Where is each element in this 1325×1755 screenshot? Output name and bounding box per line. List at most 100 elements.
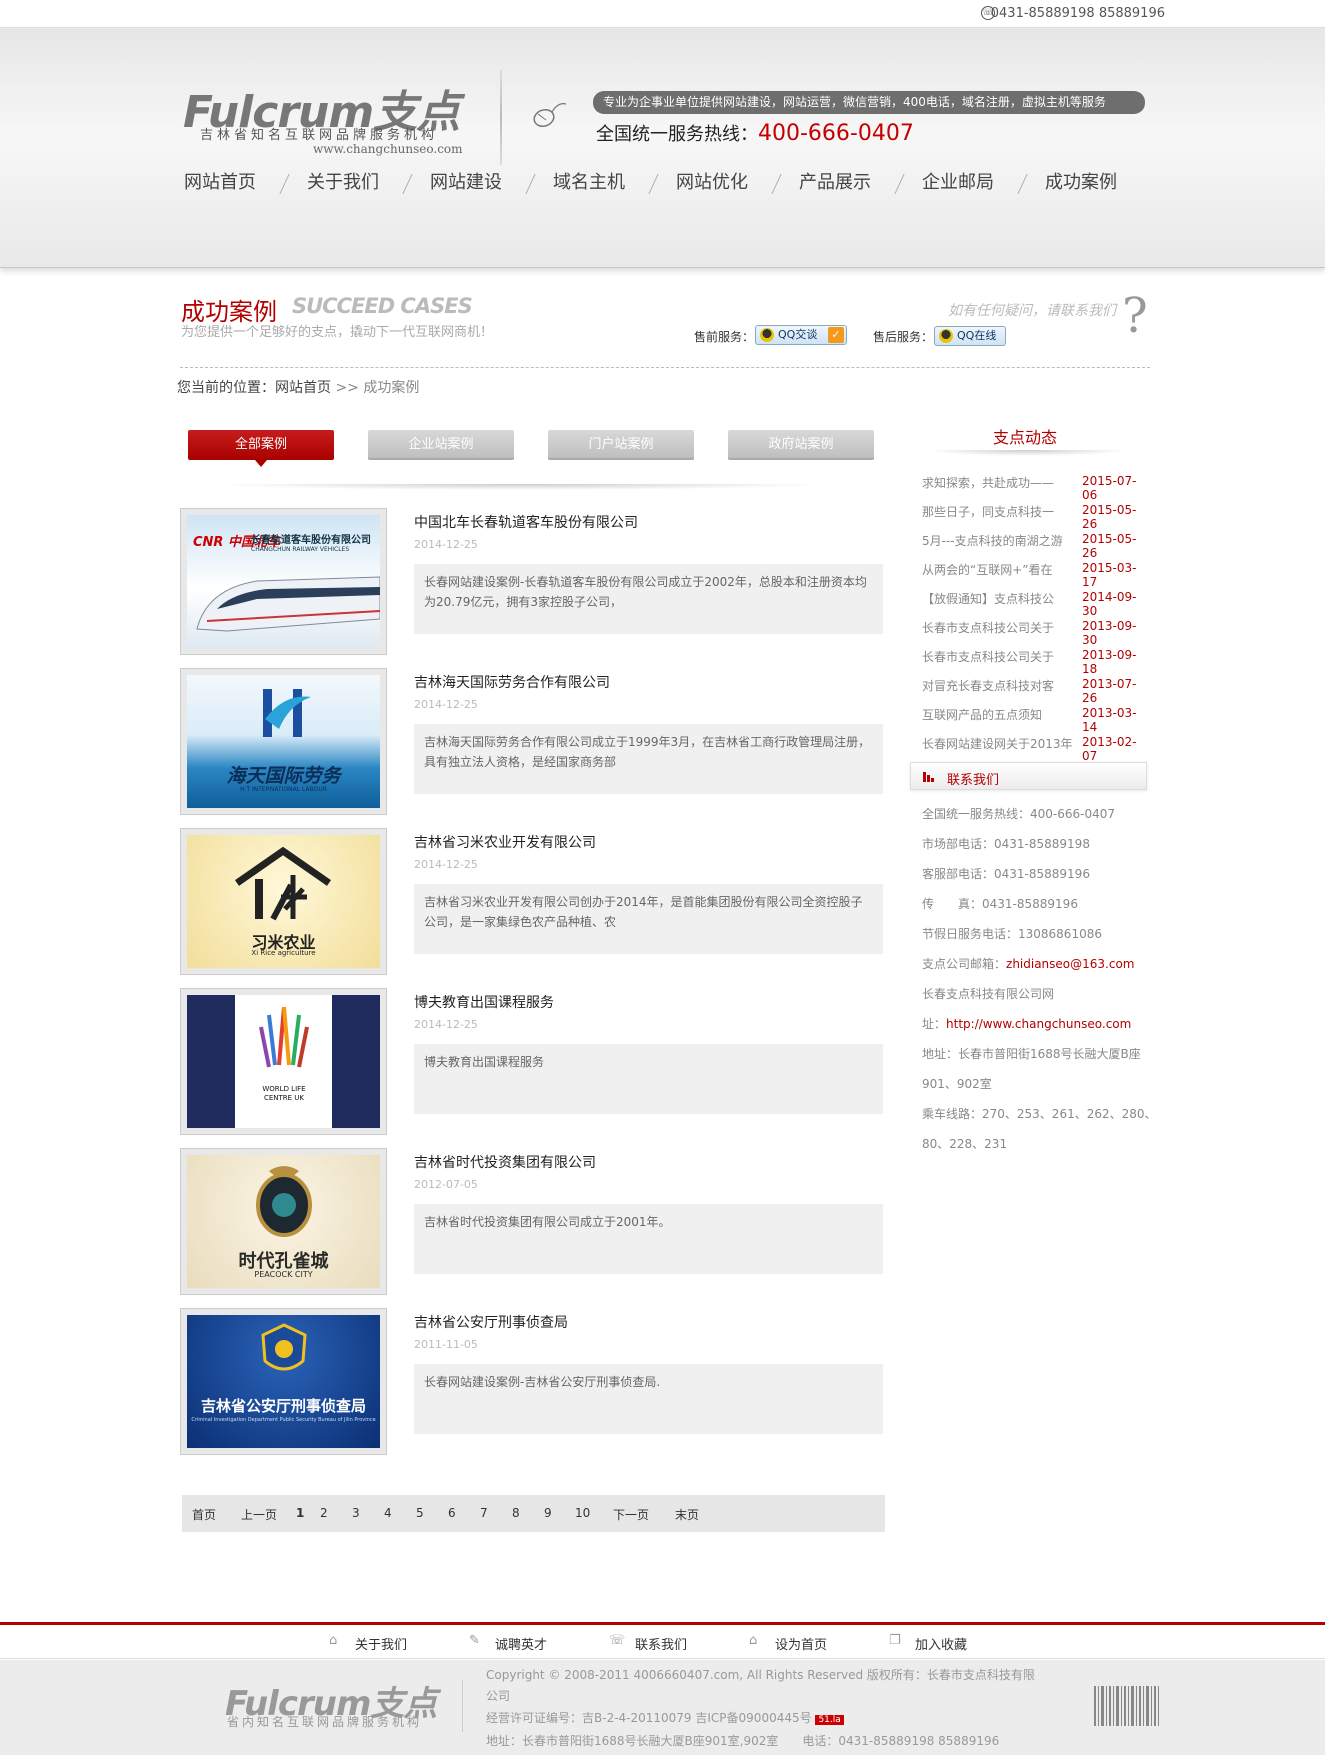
pager-page[interactable]: 2 xyxy=(320,1506,328,1520)
footer-link-homepage[interactable]: ⌂ 设为首页 xyxy=(749,1633,828,1653)
nav-item[interactable]: 企业邮局 xyxy=(922,168,994,194)
pager-page[interactable]: 6 xyxy=(448,1506,456,1520)
qq-icon xyxy=(760,328,774,342)
nav-item[interactable]: 关于我们 xyxy=(307,168,379,194)
case-image: 海天国际劳务 H.T INTERNATIONAL LABOUR xyxy=(187,675,380,808)
help-text: 如有任何疑问，请联系我们 xyxy=(948,303,1116,319)
footer-copyright-2: 公司 xyxy=(486,1689,511,1703)
header: Fulcrum支点 吉林省知名互联网品牌服务机构 www.changchunse… xyxy=(0,28,1325,268)
pager-first[interactable]: 首页 xyxy=(192,1506,216,1523)
case-title[interactable]: 中国北车长春轨道客车股份有限公司 xyxy=(414,512,638,532)
nav-item[interactable]: 成功案例 xyxy=(1045,168,1117,194)
nav-item[interactable]: 网站优化 xyxy=(676,168,748,194)
case-image: 吉林省公安厅刑事侦查局 Criminal Investigation Depar… xyxy=(187,1315,380,1448)
footer-link-about[interactable]: ⌂ 关于我们 xyxy=(329,1633,408,1653)
tab-government-cases[interactable]: 政府站案例 xyxy=(728,430,874,460)
case-title[interactable]: 吉林海天国际劳务合作有限公司 xyxy=(414,672,610,692)
pager-page[interactable]: 10 xyxy=(575,1506,590,1520)
news-item[interactable]: 求知探索，共赴成功—— 2015-07-06 xyxy=(922,474,1147,502)
case-thumbnail[interactable]: CNR 中国北车 长春轨道客车股份有限公司 CHANGCHUN RAILWAY … xyxy=(180,508,387,655)
news-item[interactable]: 从两会的“互联网+”看在 2015-03-17 xyxy=(922,561,1147,589)
nav-separator xyxy=(1017,174,1037,194)
footer-link-jobs[interactable]: ✎ 诚聘英才 xyxy=(469,1633,547,1653)
aftersale-label: 售后服务： xyxy=(873,330,934,344)
contact-line: 传 真：0431-85889196 xyxy=(922,897,1078,911)
case-thumbnail[interactable]: 时代孔雀城 PEACOCK CITY xyxy=(180,1148,387,1295)
train-image xyxy=(196,576,380,632)
nav-separator xyxy=(279,174,299,194)
pager-page[interactable]: 5 xyxy=(416,1506,424,1520)
house-icon: ⌂ xyxy=(749,1633,758,1648)
peacock-logo xyxy=(256,1166,312,1237)
contact-line: 全国统一服务热线：400-666-0407 xyxy=(922,807,1116,821)
presale-qq-button[interactable]: QQ交谈 ✓ xyxy=(755,325,847,345)
case-thumbnail[interactable]: WORLD LIFE CENTRE UK xyxy=(180,988,387,1135)
case-title[interactable]: 吉林省习米农业开发有限公司 xyxy=(414,832,596,852)
case-item: 海天国际劳务 H.T INTERNATIONAL LABOUR 吉林海天国际劳务… xyxy=(180,668,883,816)
pager-page-current[interactable]: 1 xyxy=(296,1506,304,1520)
case-thumbnail[interactable]: 吉林省公安厅刑事侦查局 Criminal Investigation Depar… xyxy=(180,1308,387,1455)
footer-link-bookmark[interactable]: ❐ 加入收藏 xyxy=(889,1633,968,1653)
news-item[interactable]: 互联网产品的五点须知 2013-03-14 xyxy=(922,706,1147,734)
stats-badge[interactable]: 51.la xyxy=(815,1715,844,1725)
news-item[interactable]: 长春市支点科技公司关于 2013-09-30 xyxy=(922,619,1147,647)
url-link[interactable]: http://www.changchunseo.com xyxy=(946,1017,1131,1031)
news-title: 5月---支点科技的南湖之游 xyxy=(922,534,1063,548)
active-tab-arrow xyxy=(255,460,267,467)
license-text: 经营许可证编号：吉B-2-4-20110079 吉ICP备09000445号 xyxy=(486,1711,812,1725)
worldlife-logo xyxy=(259,1006,309,1068)
main-nav-items: 网站首页 关于我们 网站建设 域名主机 网站优化 产品展示 企业邮局 成功案例 xyxy=(168,168,1148,208)
slogan-bar: 专业为企事业单位提供网站建设，网站运营，微信营销，400电话，域名注册，虚拟主机… xyxy=(593,91,1145,114)
nav-item[interactable]: 网站建设 xyxy=(430,168,502,194)
case-title[interactable]: 吉林省时代投资集团有限公司 xyxy=(414,1152,596,1172)
bookmark-icon: ❐ xyxy=(889,1633,901,1648)
footer-link-contact[interactable]: ☏ 联系我们 xyxy=(609,1633,687,1653)
police-badge-icon xyxy=(261,1323,307,1371)
footer-address: 地址：长春市普阳街1688号长融大厦B座901室,902室 电话：0431-85… xyxy=(486,1734,1000,1748)
news-item[interactable]: 对冒充长春支点科技对客 2013-07-26 xyxy=(922,677,1147,705)
news-item[interactable]: 【放假通知】支点科技公 2014-09-30 xyxy=(922,590,1147,618)
pager-page[interactable]: 8 xyxy=(512,1506,520,1520)
footer-link-label: 设为首页 xyxy=(775,1638,828,1653)
url-label: 址： xyxy=(922,1017,947,1031)
nav-item[interactable]: 产品展示 xyxy=(799,168,871,194)
pager-last[interactable]: 末页 xyxy=(675,1506,699,1523)
banner-divider xyxy=(180,367,1150,368)
case-date: 2014-12-25 xyxy=(414,538,478,551)
pager-prev[interactable]: 上一页 xyxy=(241,1506,277,1523)
case-thumbnail[interactable]: 习米农业 Xi Rice agriculture xyxy=(180,828,387,975)
pager-page[interactable]: 3 xyxy=(352,1506,360,1520)
case-image-subtext: PEACOCK CITY xyxy=(254,1270,313,1279)
case-image-text: 长春轨道客车股份有限公司 xyxy=(251,535,371,546)
contact-line: 客服部电话：0431-85889196 xyxy=(922,867,1090,881)
news-item[interactable]: 长春网站建设网关于2013年 2013-02-07 xyxy=(922,735,1147,763)
case-title[interactable]: 吉林省公安厅刑事侦查局 xyxy=(414,1312,568,1332)
top-phone: 0431-85889198 85889196 xyxy=(990,6,1165,21)
aftersale-qq-button[interactable]: QQ在线 xyxy=(934,326,1006,346)
hotline-label: 全国统一服务热线： xyxy=(596,124,758,145)
case-thumbnail[interactable]: 海天国际劳务 H.T INTERNATIONAL LABOUR xyxy=(180,668,387,815)
footer-link-label: 加入收藏 xyxy=(915,1638,968,1653)
email-link[interactable]: zhidianseo@163.com xyxy=(1006,957,1134,971)
news-item[interactable]: 长春市支点科技公司关于 2013-09-18 xyxy=(922,648,1147,676)
case-title[interactable]: 博夫教育出国课程服务 xyxy=(414,992,554,1012)
pager-page[interactable]: 9 xyxy=(544,1506,552,1520)
pager-page[interactable]: 4 xyxy=(384,1506,392,1520)
news-item[interactable]: 5月---支点科技的南湖之游 2015-05-26 xyxy=(922,532,1147,560)
pager-page[interactable]: 7 xyxy=(480,1506,488,1520)
case-image-subtext: Criminal Investigation Department Public… xyxy=(191,1417,376,1423)
nav-item[interactable]: 网站首页 xyxy=(184,168,256,194)
footer-link-label: 关于我们 xyxy=(355,1638,408,1653)
contact-header: 联系我们 xyxy=(910,762,1147,790)
tab-portal-cases[interactable]: 门户站案例 xyxy=(548,430,694,460)
breadcrumb: 您当前的位置：网站首页 >> 成功案例 xyxy=(177,377,419,397)
breadcrumb-home[interactable]: 网站首页 xyxy=(275,380,331,396)
case-description: 长春网站建设案例-吉林省公安厅刑事侦查局. xyxy=(414,1364,883,1434)
news-item[interactable]: 那些日子，同支点科技一 2015-05-26 xyxy=(922,503,1147,531)
pagination: 首页 上一页 1 2 3 4 5 6 7 8 9 10 下一页 末页 xyxy=(182,1495,885,1532)
news-title: 【放假通知】支点科技公 xyxy=(922,592,1055,606)
tab-enterprise-cases[interactable]: 企业站案例 xyxy=(368,430,514,460)
tab-all-cases[interactable]: 全部案例 xyxy=(188,430,334,460)
nav-item[interactable]: 域名主机 xyxy=(553,168,625,194)
pager-next[interactable]: 下一页 xyxy=(613,1506,649,1523)
